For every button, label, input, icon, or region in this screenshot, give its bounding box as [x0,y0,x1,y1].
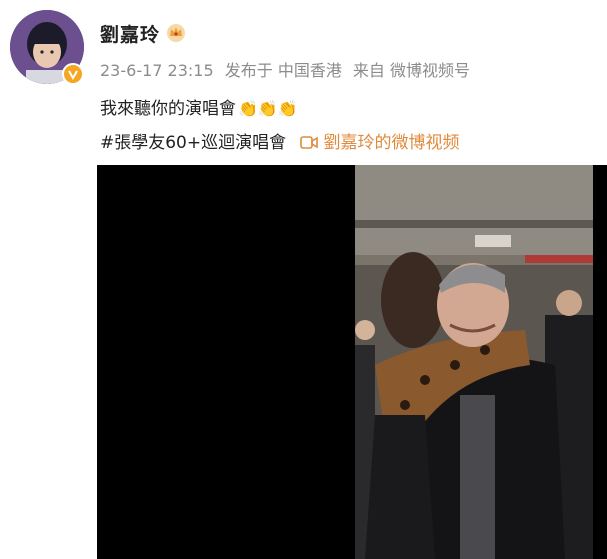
post-source[interactable]: 来自 微博视频号 [353,61,470,80]
post-text: 我來聽你的演唱會 👏👏👏 [100,94,298,119]
video-frame [355,165,593,559]
post-tags: #張學友60+巡迴演唱會 劉嘉玲的微博视频 [100,128,460,153]
video-icon [299,136,318,149]
video-link[interactable]: 劉嘉玲的微博视频 [324,133,460,153]
post-location: 发布于 中国香港 [224,61,342,80]
crown-icon [167,24,185,42]
clap-emoji: 👏👏👏 [238,99,298,118]
post-time[interactable]: 23-6-17 23:15 [100,61,214,80]
username[interactable]: 劉嘉玲 [100,20,160,47]
post-meta: 23-6-17 23:15 发布于 中国香港 来自 微博视频号 [100,57,476,81]
verified-badge-icon [62,63,84,85]
post-text-body: 我來聽你的演唱會 [100,99,236,119]
video-player[interactable] [97,165,607,559]
hashtag-link[interactable]: #張學友60+巡迴演唱會 [100,133,286,153]
